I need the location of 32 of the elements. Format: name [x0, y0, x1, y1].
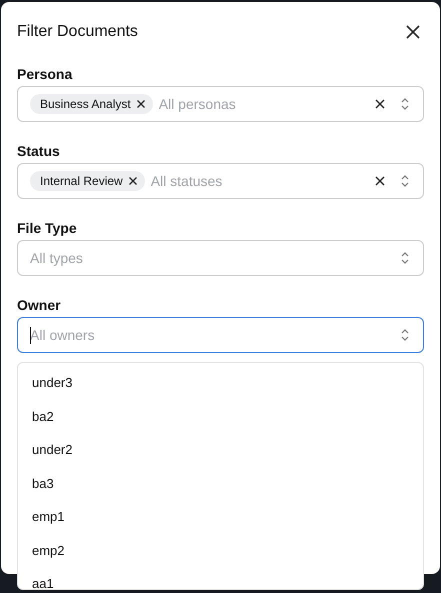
chevron-updown-icon[interactable] — [401, 252, 409, 264]
filter-chip[interactable]: Internal Review — [30, 171, 145, 191]
dropdown-option[interactable]: aa1 — [18, 567, 423, 589]
dropdown-option[interactable]: ba2 — [18, 400, 423, 433]
dropdown-option[interactable]: ba3 — [18, 466, 423, 500]
dropdown-option[interactable]: under2 — [18, 433, 423, 466]
dropdown-option[interactable]: emp2 — [18, 534, 423, 567]
dropdown-option[interactable]: under3 — [18, 366, 423, 400]
text-cursor — [30, 327, 31, 344]
filter-chip[interactable]: Business Analyst — [30, 94, 153, 114]
select-input[interactable]: All personas — [158, 96, 369, 112]
clear-icon[interactable] — [375, 176, 385, 186]
select-input[interactable]: All types — [30, 250, 395, 266]
field-label: Owner — [17, 297, 62, 313]
dropdown-option[interactable]: emp1 — [18, 500, 423, 534]
select-field[interactable]: All owners — [17, 317, 424, 353]
remove-icon — [128, 177, 137, 185]
select-field[interactable]: Business Analyst All personas — [17, 86, 424, 122]
field-label: File Type — [17, 220, 78, 236]
field-label: Persona — [17, 66, 74, 82]
select-field[interactable]: Internal Review All statuses — [17, 163, 424, 199]
chevron-updown-icon[interactable] — [401, 175, 409, 187]
select-field[interactable]: All types — [17, 240, 424, 276]
close-icon — [406, 25, 420, 39]
clear-icon[interactable] — [375, 99, 385, 109]
field-label: Status — [17, 143, 61, 159]
chevron-updown-icon[interactable] — [401, 98, 409, 110]
remove-icon — [136, 100, 145, 108]
select-input[interactable]: All statuses — [150, 173, 369, 189]
dialog-title: Filter Documents — [17, 23, 138, 41]
select-input[interactable]: All owners — [30, 327, 395, 343]
chevron-updown-icon[interactable] — [401, 329, 409, 341]
